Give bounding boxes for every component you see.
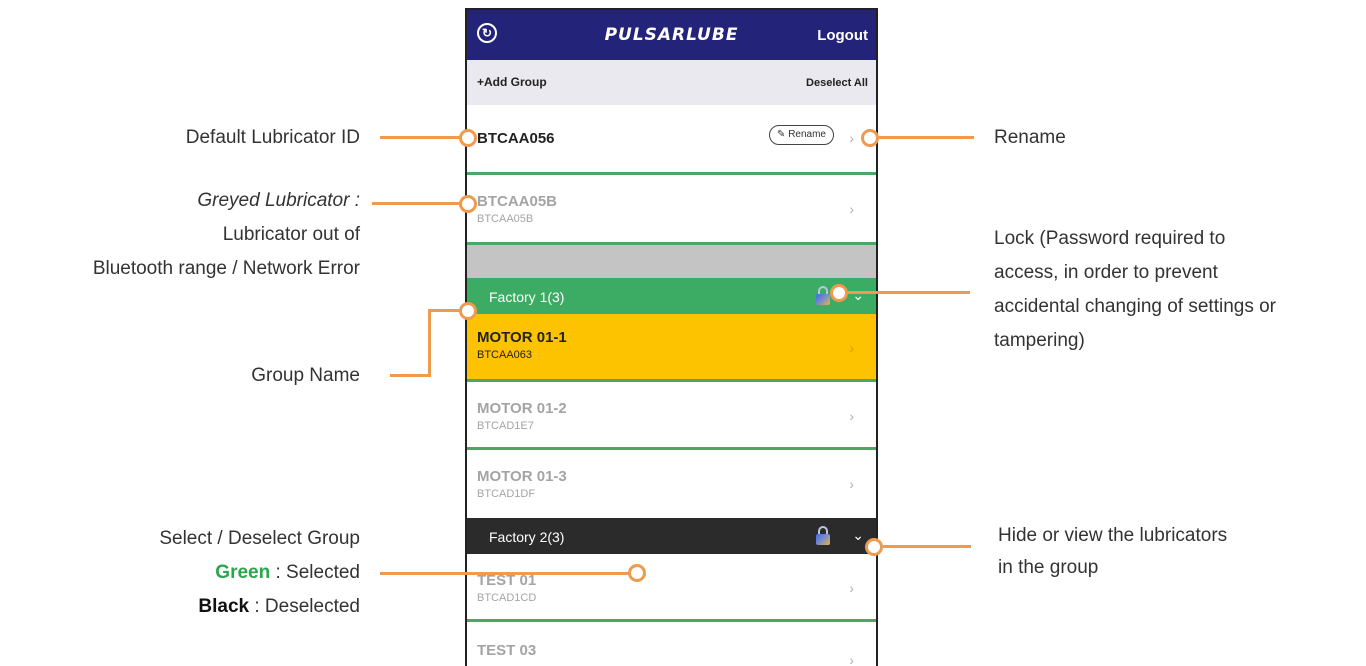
annotation-green-rest: : Selected (270, 562, 360, 583)
annotation-black-word: Black (198, 596, 250, 617)
add-group-button[interactable]: +Add Group (477, 75, 547, 89)
app-logo: PULSARLUBE (604, 25, 739, 45)
chevron-down-icon[interactable]: ⌄ (852, 527, 864, 544)
lubricator-id: BTCAA05B (477, 213, 534, 225)
annotation-line (879, 136, 974, 139)
group-name: Factory 1(3) (489, 289, 565, 305)
annotation-greyed-line2: Bluetooth range / Network Error (92, 258, 360, 279)
chevron-right-icon: › (849, 340, 854, 356)
lubricator-id: BTCAD1CD (477, 592, 537, 604)
chevron-down-icon[interactable]: ⌄ (852, 287, 864, 304)
spacer-bar (467, 245, 876, 281)
annotation-default-id: Default Lubricator ID (185, 127, 360, 148)
annotation-lock-line1: Lock (Password required to (994, 228, 1226, 249)
lubricator-row[interactable]: TEST 03 › (467, 622, 876, 666)
chevron-right-icon: › (849, 130, 854, 146)
annotation-dot (861, 129, 879, 147)
pencil-icon: ✎ (777, 129, 786, 140)
chevron-right-icon: › (849, 408, 854, 424)
chevron-right-icon: › (849, 652, 854, 666)
group-name: Factory 2(3) (489, 529, 565, 545)
annotation-hide-line1: Hide or view the lubricators (998, 525, 1228, 546)
annotation-black-rest: : Deselected (249, 596, 360, 617)
deselect-all-button[interactable]: Deselect All (806, 77, 868, 89)
lubricator-row[interactable]: MOTOR 01-2 BTCAD1E7 › (467, 382, 876, 450)
chevron-right-icon: › (849, 201, 854, 217)
lubricator-id: BTCAA056 (477, 130, 555, 147)
annotation-lock-line4: tampering) (994, 330, 1085, 351)
annotation-greyed-title: Greyed Lubricator : (197, 190, 360, 211)
chevron-right-icon: › (849, 580, 854, 596)
annotation-green-word: Green (215, 562, 271, 583)
lubricator-row-default[interactable]: BTCAA056 ✎ Rename › (467, 105, 876, 175)
lubricator-name: MOTOR 01-2 (477, 400, 567, 417)
lubricator-name: TEST 03 (477, 642, 537, 659)
annotation-line (380, 572, 638, 575)
annotation-rename: Rename (994, 127, 1066, 148)
chevron-right-icon: › (849, 476, 854, 492)
annotation-lock-line2: access, in order to prevent (994, 262, 1218, 283)
phone-screen: ↻ PULSARLUBE Logout +Add Group Deselect … (465, 8, 878, 666)
lock-icon[interactable] (816, 286, 830, 305)
annotation-line (390, 374, 430, 377)
lubricator-name: MOTOR 01-3 (477, 468, 567, 485)
lubricator-row[interactable]: TEST 01 BTCAD1CD › (467, 554, 876, 622)
annotation-group-name: Group Name (251, 365, 360, 386)
group-header-factory-1[interactable]: Factory 1(3) ⌄ (467, 278, 876, 314)
annotation-line (428, 310, 431, 377)
rename-label: Rename (788, 129, 826, 140)
top-bar: ↻ PULSARLUBE Logout (467, 10, 876, 60)
rename-button[interactable]: ✎ Rename (769, 125, 834, 145)
lubricator-row-greyed[interactable]: BTCAA05B BTCAA05B › (467, 175, 876, 245)
action-bar: +Add Group Deselect All (467, 60, 876, 106)
lubricator-name: BTCAA05B (477, 193, 558, 210)
lubricator-id: BTCAD1DF (477, 488, 536, 500)
annotation-select-line1: Select / Deselect Group (159, 528, 360, 549)
annotation-line (372, 202, 468, 205)
annotation-line (380, 136, 468, 139)
annotation-dot (459, 195, 477, 213)
group-header-factory-2[interactable]: Factory 2(3) ⌄ (467, 518, 876, 554)
annotation-dot (830, 284, 848, 302)
lubricator-name: MOTOR 01-1 (477, 329, 567, 346)
annotation-dot (459, 302, 477, 320)
annotation-line (883, 545, 971, 548)
annotation-dot (865, 538, 883, 556)
annotation-select-line3: Black : Deselected (198, 590, 360, 624)
lubricator-row[interactable]: MOTOR 01-3 BTCAD1DF › (467, 450, 876, 518)
annotation-dot (459, 129, 477, 147)
lubricator-id: BTCAD1E7 (477, 420, 534, 432)
lubricator-row[interactable]: MOTOR 01-1 BTCAA063 › (467, 314, 876, 382)
lock-icon[interactable] (816, 526, 830, 545)
annotation-lock-line3: accidental changing of settings or (994, 296, 1277, 317)
annotation-greyed-line1: Lubricator out of (222, 224, 360, 245)
annotation-dot (628, 564, 646, 582)
annotation-hide-line2: in the group (998, 557, 1099, 578)
annotation-line (848, 291, 970, 294)
logout-button[interactable]: Logout (817, 27, 868, 44)
annotation-select-line2: Green : Selected (215, 556, 360, 590)
lubricator-id: BTCAA063 (477, 349, 533, 361)
